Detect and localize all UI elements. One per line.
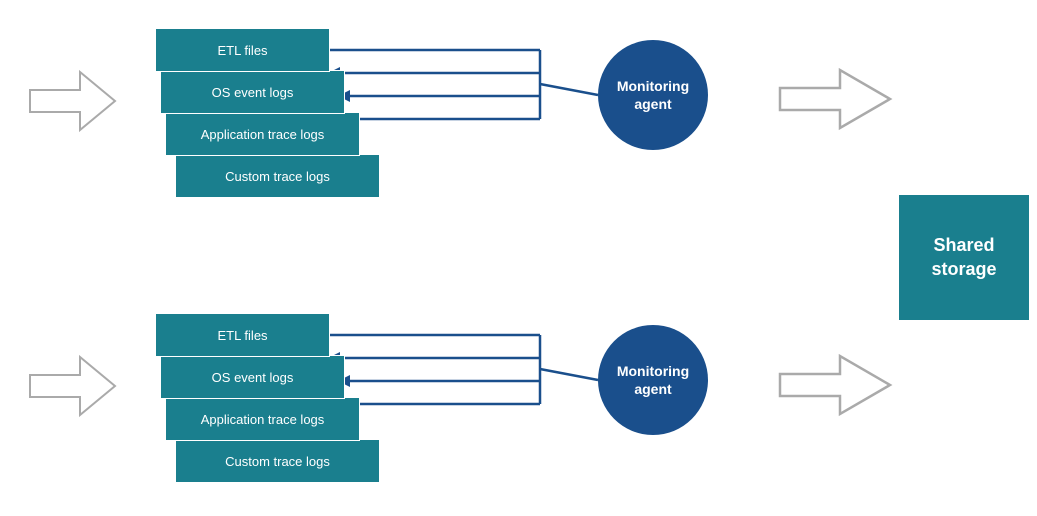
custom-trace-box-bottom: Custom trace logs xyxy=(175,439,380,483)
monitoring-agent-top: Monitoring agent xyxy=(598,40,708,150)
os-event-logs-box-top: OS event logs xyxy=(160,70,345,114)
log-stack-bottom: ETL files OS event logs Application trac… xyxy=(155,313,380,483)
input-arrow-bottom xyxy=(30,357,115,415)
os-event-logs-box-bottom: OS event logs xyxy=(160,355,345,399)
shared-storage-box: Shared storage xyxy=(899,195,1029,320)
custom-trace-box-top: Custom trace logs xyxy=(175,154,380,198)
input-arrow-top xyxy=(30,72,115,130)
agent-to-storage-arrow-top xyxy=(780,70,890,128)
log-stack-top: ETL files OS event logs Application trac… xyxy=(155,28,380,198)
etl-files-box-top: ETL files xyxy=(155,28,330,72)
app-trace-box-top: Application trace logs xyxy=(165,112,360,156)
etl-files-box-bottom: ETL files xyxy=(155,313,330,357)
monitoring-agent-bottom: Monitoring agent xyxy=(598,325,708,435)
agent-to-storage-arrow-bottom xyxy=(780,356,890,414)
architecture-diagram: ETL files OS event logs Application trac… xyxy=(0,0,1037,516)
app-trace-box-bottom: Application trace logs xyxy=(165,397,360,441)
